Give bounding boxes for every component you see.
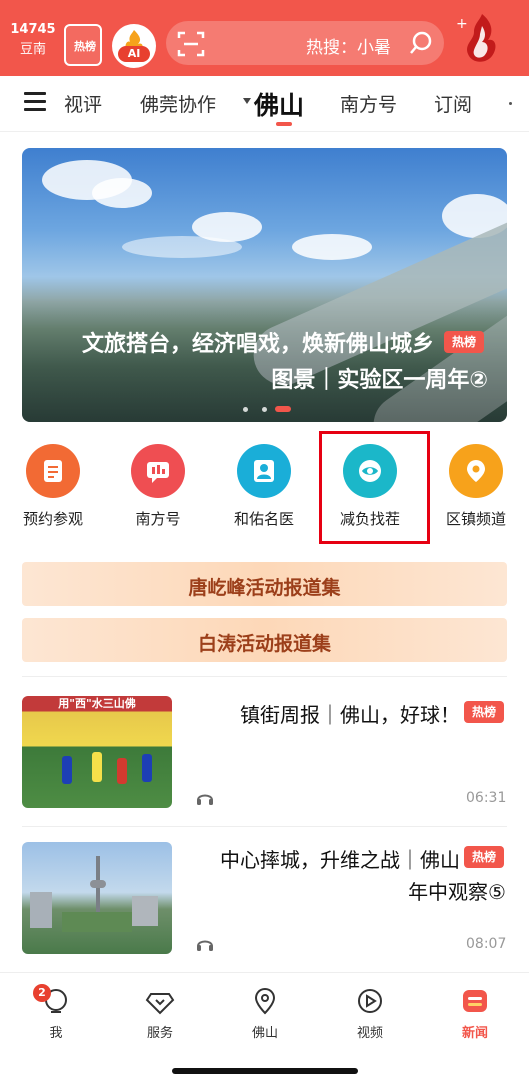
banner-title-line1: 文旅搭台，经济唱戏，焕新佛山城乡: [81, 332, 434, 357]
chevron-down-icon[interactable]: [243, 98, 251, 104]
banner-page-dot-active: [275, 406, 291, 412]
ai-label: AI: [118, 46, 150, 62]
hot-count: 14745: [10, 22, 56, 37]
home-indicator: [172, 1068, 358, 1074]
tab-nanfanghao[interactable]: 南方号: [340, 90, 397, 117]
news-title[interactable]: 镇街周报｜佛山，好球！: [188, 699, 460, 728]
tab-shiping[interactable]: 视评: [64, 90, 102, 117]
tab-active-indicator: [276, 122, 292, 126]
divider: [22, 826, 507, 827]
nav-label-me[interactable]: 我: [26, 1022, 86, 1041]
news-duration: 08:07: [466, 936, 507, 952]
news-title-line2[interactable]: 年中观察⑤: [188, 876, 506, 905]
svg-text:+: +: [456, 16, 468, 32]
headphone-icon[interactable]: [195, 934, 215, 954]
location-pin-icon: [467, 460, 485, 482]
tab-foshan[interactable]: 佛山: [254, 86, 304, 122]
news-icon[interactable]: [460, 986, 490, 1016]
thumbnail-caption: 用"西"水三山佛: [58, 697, 136, 710]
search-hot-keyword: 热搜：小暑: [306, 38, 391, 58]
banner-hot-badge: 热榜: [444, 331, 484, 353]
banner-page-dot: [262, 407, 267, 412]
entry-label: 区镇频道: [445, 510, 506, 528]
news-duration: 06:31: [466, 790, 507, 806]
hot-list-label: 热榜: [74, 40, 96, 53]
menu-icon[interactable]: [24, 92, 46, 112]
hot-location: 豆南: [19, 42, 46, 57]
entry-label: 预约参观: [22, 510, 83, 528]
nav-label-service[interactable]: 服务: [130, 1022, 190, 1041]
banner-title-line2: 图景｜实验区一周年②: [271, 368, 488, 393]
banner-page-dot: [243, 407, 248, 412]
collection-label: 白涛活动报道集: [197, 633, 331, 655]
nav-label-video[interactable]: 视频: [340, 1022, 400, 1041]
highlight-box: [319, 431, 430, 544]
tab-dingyue[interactable]: 订阅: [434, 90, 472, 117]
notification-badge: 2: [33, 984, 51, 1002]
tab-fo-guan-xie-zuo[interactable]: 佛莞协作: [140, 90, 216, 117]
nav-label-news[interactable]: 新闻: [445, 1022, 505, 1041]
news-thumbnail[interactable]: 用"西"水三山佛: [22, 696, 172, 808]
scan-icon[interactable]: [176, 29, 206, 59]
collection-label: 唐屹峰活动报道集: [188, 577, 341, 599]
app-logo-icon[interactable]: +: [452, 10, 518, 66]
news-title[interactable]: 中心摔城，升维之战｜佛山: [188, 844, 460, 873]
document-icon: [44, 460, 62, 482]
service-icon[interactable]: [145, 986, 175, 1016]
news-thumbnail[interactable]: [22, 842, 172, 954]
video-play-icon[interactable]: [355, 986, 385, 1016]
nav-label-foshan[interactable]: 佛山: [235, 1022, 295, 1041]
chart-bubble-icon: [147, 462, 169, 483]
search-bar[interactable]: [166, 21, 444, 65]
divider: [22, 676, 507, 677]
entry-label: 南方号: [135, 510, 181, 528]
news-hot-badge: 热榜: [464, 701, 504, 723]
news-hot-badge: 热榜: [464, 846, 504, 868]
more-dot-icon: [509, 102, 512, 105]
entry-label: 和佑名医: [233, 510, 294, 528]
doctor-icon: [254, 460, 274, 482]
location-icon[interactable]: [250, 986, 280, 1016]
search-icon[interactable]: [408, 30, 434, 56]
headphone-icon[interactable]: [195, 788, 215, 808]
